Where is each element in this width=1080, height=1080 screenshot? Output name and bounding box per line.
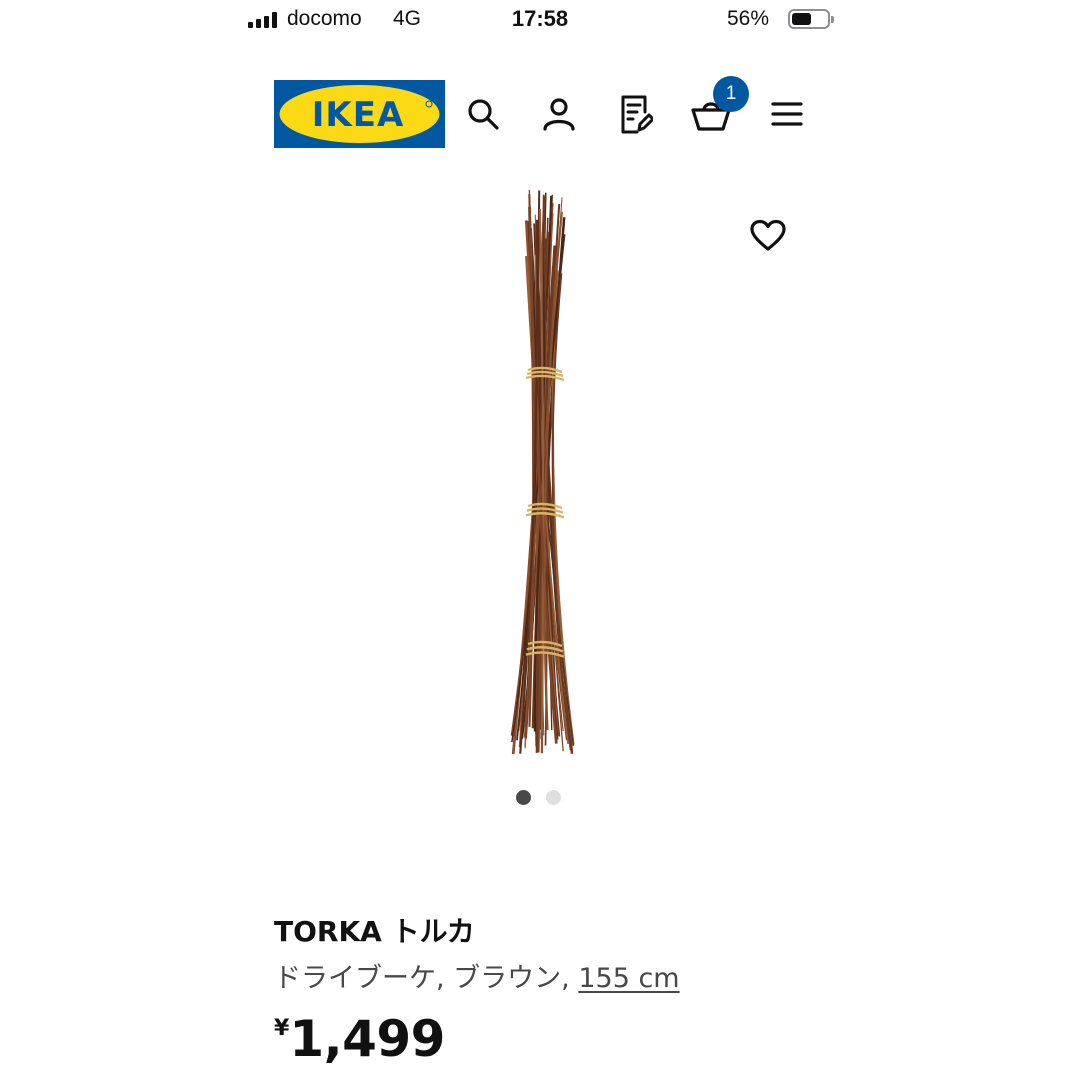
search-icon[interactable] [461, 92, 505, 136]
product-name: TORKA トルカ [274, 915, 475, 948]
shopping-list-icon[interactable] [613, 92, 657, 136]
battery-icon [788, 9, 834, 29]
menu-icon[interactable] [765, 92, 809, 136]
carousel-dot[interactable] [516, 790, 531, 805]
currency-symbol: ¥ [274, 1016, 290, 1041]
price-amount: 1,499 [289, 1010, 445, 1068]
heart-icon[interactable] [746, 214, 790, 258]
clock: 17:58 [511, 6, 569, 31]
status-bar: docomo 4G 17:58 56% [0, 0, 1080, 40]
product-description: ドライブーケ, ブラウン, 155 cm [274, 956, 680, 995]
bundle-of-dried-twigs-icon [510, 189, 575, 755]
ikea-logo[interactable]: IKEA [274, 80, 445, 148]
logo-text: IKEA [312, 95, 405, 135]
account-icon[interactable] [537, 92, 581, 136]
product-image[interactable] [470, 186, 610, 761]
battery-percentage: 56% [727, 7, 770, 30]
product-type-color: ドライブーケ, ブラウン, [274, 963, 579, 994]
carousel-dot[interactable] [546, 790, 561, 805]
product-price: ¥1,499 [274, 1010, 445, 1068]
cart-count-badge: 1 [713, 76, 749, 112]
product-size-link[interactable]: 155 cm [578, 963, 679, 994]
image-carousel-indicator [516, 790, 561, 805]
